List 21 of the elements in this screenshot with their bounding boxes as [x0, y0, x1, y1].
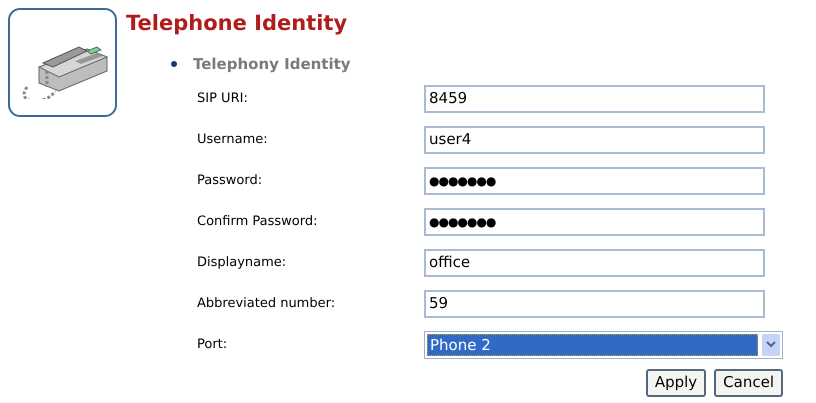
text-field[interactable]: office: [424, 248, 765, 276]
field-label: Port:: [197, 336, 228, 354]
selected-option[interactable]: Phone 2: [427, 334, 758, 356]
field-label: SIP URI:: [197, 90, 249, 108]
field-label: Confirm Password:: [197, 212, 318, 231]
text-field[interactable]: 8459: [424, 84, 765, 112]
field-label: Password:: [197, 172, 264, 190]
password-field[interactable]: ●●●●●●●: [424, 166, 765, 194]
dropdown-icon[interactable]: [762, 334, 780, 356]
form-button[interactable]: Cancel: [714, 368, 783, 396]
form-button[interactable]: Apply: [646, 368, 706, 396]
field-label: Displayname:: [197, 254, 288, 272]
text-field[interactable]: 59: [424, 290, 765, 318]
port-select[interactable]: Phone 2: [424, 330, 783, 358]
field-label: Abbreviated number:: [197, 294, 336, 313]
section-title: Telephony Identity: [193, 54, 351, 75]
bullet-icon: [171, 61, 177, 68]
password-field[interactable]: ●●●●●●●: [424, 208, 765, 236]
field-label: Username:: [197, 130, 269, 149]
text-field[interactable]: user4: [424, 126, 765, 154]
page-title: Telephone Identity: [126, 10, 348, 37]
